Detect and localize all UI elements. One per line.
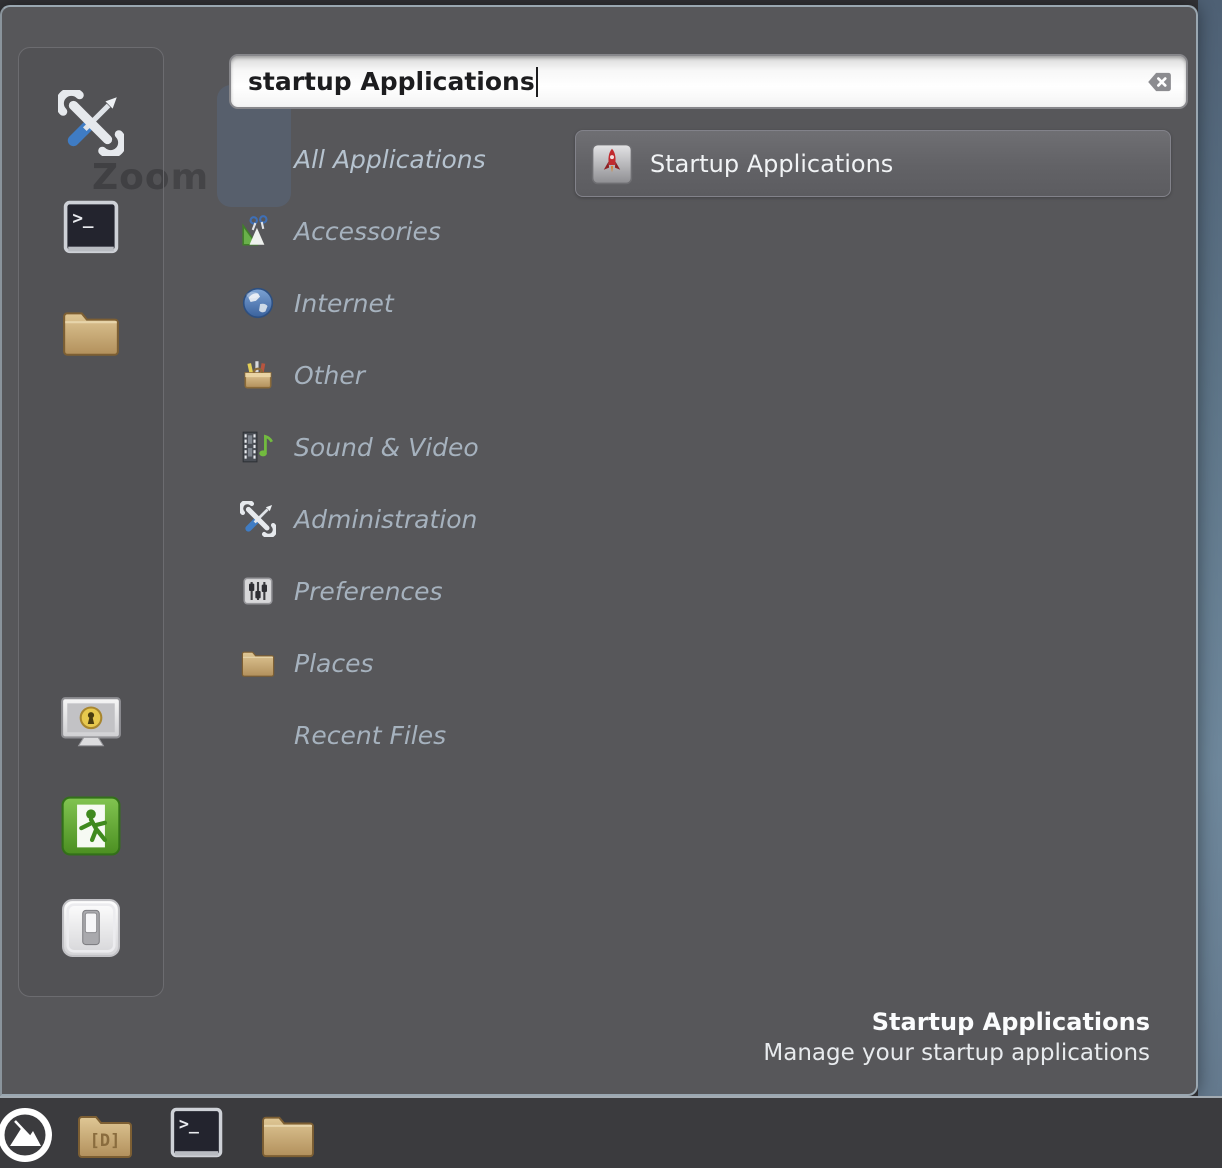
category-administration[interactable]: Administration [240, 483, 570, 555]
menu-sidebar: >_ [18, 47, 164, 997]
shutdown-icon[interactable] [61, 898, 121, 958]
administration-icon [240, 502, 278, 536]
file-manager-folder-icon[interactable] [60, 306, 122, 358]
terminal-icon[interactable]: >_ [170, 1107, 223, 1160]
svg-text:[D]: [D] [90, 1131, 121, 1151]
taskbar: [D] >_ [0, 1096, 1222, 1168]
category-internet[interactable]: Internet [240, 267, 570, 339]
category-accessories[interactable]: Accessories [240, 195, 570, 267]
result-startup-applications[interactable]: Startup Applications [575, 130, 1171, 197]
preferences-icon [240, 574, 278, 608]
category-places[interactable]: Places [240, 627, 570, 699]
places-folder-icon [240, 646, 278, 680]
category-recent-files[interactable]: Recent Files [240, 699, 570, 771]
folder-d-icon[interactable]: [D] [74, 1110, 136, 1160]
internet-globe-icon [240, 286, 278, 320]
clear-search-icon[interactable] [1138, 70, 1172, 94]
terminal-icon[interactable]: >_ [63, 200, 119, 256]
category-all-applications[interactable]: All Applications [240, 123, 570, 195]
toolbox-icon [240, 358, 278, 392]
desktop-background-strip [1198, 0, 1222, 1096]
startup-rocket-icon [591, 143, 633, 185]
category-other[interactable]: Other [240, 339, 570, 411]
sound-video-icon [240, 430, 278, 464]
blank-icon [240, 718, 278, 752]
svg-text:>_: >_ [179, 1115, 200, 1134]
category-sound-video[interactable]: Sound & Video [240, 411, 570, 483]
desktop: Zoom >_ [0, 0, 1222, 1168]
search-input[interactable]: startup Applications [229, 54, 1188, 109]
menu-logo-icon[interactable] [0, 1106, 54, 1164]
application-menu-panel: Zoom >_ [0, 5, 1198, 1096]
selection-info: Startup Applications Manage your startup… [763, 1007, 1150, 1068]
logout-icon[interactable] [61, 796, 121, 856]
svg-text:>_: >_ [72, 209, 94, 229]
category-preferences[interactable]: Preferences [240, 555, 570, 627]
folder-icon[interactable] [258, 1111, 318, 1159]
search-value: startup Applications [248, 67, 535, 96]
lock-screen-icon[interactable] [59, 694, 123, 754]
accessories-icon [240, 214, 278, 248]
category-list: All Applications Accessories [240, 123, 570, 771]
selection-title: Startup Applications [763, 1007, 1150, 1038]
text-caret [536, 67, 538, 97]
result-label: Startup Applications [650, 150, 893, 178]
blank-icon [240, 142, 278, 176]
system-tools-icon[interactable] [58, 90, 124, 156]
selection-description: Manage your startup applications [763, 1038, 1150, 1068]
